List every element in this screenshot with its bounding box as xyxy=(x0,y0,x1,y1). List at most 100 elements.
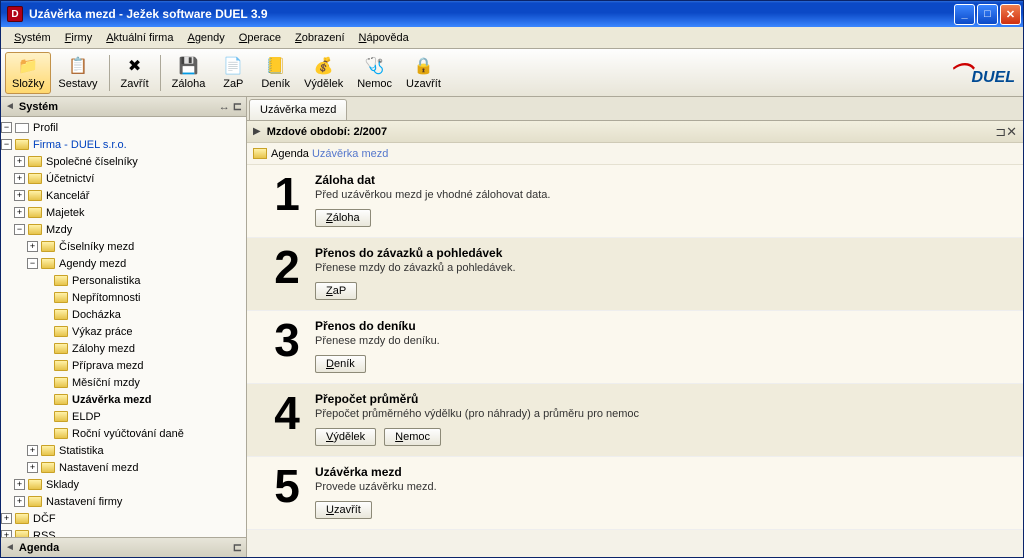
tree-toggle-icon[interactable]: + xyxy=(1,513,12,524)
tb-zavt[interactable]: ✖Zavřít xyxy=(114,52,156,94)
step-button[interactable]: Uzavřít xyxy=(315,501,372,519)
sestavy-icon: 📋 xyxy=(68,56,88,76)
tree-label: Personalistika xyxy=(72,275,140,287)
tree-toggle-icon[interactable]: + xyxy=(27,462,38,473)
tree-toggle-icon[interactable]: + xyxy=(14,496,25,507)
menu-systm[interactable]: Systém xyxy=(7,30,58,46)
tree-item[interactable]: − Agendy mezd xyxy=(1,255,244,272)
close-panel-icon[interactable]: ⊐✕ xyxy=(995,124,1017,140)
tree-toggle-icon[interactable]: − xyxy=(14,224,25,235)
pin-icon[interactable]: ↔ ⊏ xyxy=(219,100,242,113)
tree-item[interactable]: ELDP xyxy=(1,408,244,425)
step-button[interactable]: Deník xyxy=(315,355,366,373)
tree-item[interactable]: Nepřítomnosti xyxy=(1,289,244,306)
tb-sloky[interactable]: 📁Složky xyxy=(5,52,51,94)
tree-toggle-icon[interactable]: + xyxy=(27,445,38,456)
tree-toggle-icon[interactable]: + xyxy=(1,530,12,537)
folder-icon xyxy=(27,495,43,509)
toolbar: 📁Složky📋Sestavy ✖Zavřít 💾Záloha📄ZaP📒Dení… xyxy=(1,49,1023,97)
tree-label: Agendy mezd xyxy=(59,258,126,270)
tb-zap[interactable]: 📄ZaP xyxy=(212,52,254,94)
tree-item[interactable]: +Majetek xyxy=(1,204,244,221)
tree-item[interactable]: +Sklady xyxy=(1,476,244,493)
agenda-label: Agenda xyxy=(271,148,309,160)
maximize-button[interactable]: □ xyxy=(977,4,998,25)
close-button[interactable]: ✕ xyxy=(1000,4,1021,25)
menu-firmy[interactable]: Firmy xyxy=(58,30,100,46)
tree-item[interactable]: Příprava mezd xyxy=(1,357,244,374)
tree-item[interactable]: Uzávěrka mezd xyxy=(1,391,244,408)
tb-sestavy[interactable]: 📋Sestavy xyxy=(51,52,104,94)
pin-icon[interactable]: ⊏ xyxy=(233,541,242,554)
menu-npovda[interactable]: Nápověda xyxy=(352,30,416,46)
step-title: Záloha dat xyxy=(315,173,1011,187)
tree-item[interactable]: + Účetnictví xyxy=(1,170,244,187)
tree-item[interactable]: Docházka xyxy=(1,306,244,323)
tree-label: Uzávěrka mezd xyxy=(72,394,152,406)
folder-icon xyxy=(253,148,267,159)
deník-icon: 📒 xyxy=(266,56,286,76)
side-panel-footer-title: Agenda xyxy=(19,542,59,554)
tb-nemoc[interactable]: 🩺Nemoc xyxy=(350,52,399,94)
folder-icon xyxy=(27,206,43,220)
tree-item[interactable]: Zálohy mezd xyxy=(1,340,244,357)
minimize-button[interactable]: _ xyxy=(954,4,975,25)
menu-operace[interactable]: Operace xyxy=(232,30,288,46)
menu-zobrazen[interactable]: Zobrazení xyxy=(288,30,352,46)
tree-toggle-icon[interactable]: − xyxy=(1,139,12,150)
tree-toggle-icon[interactable]: − xyxy=(1,122,12,133)
folder-icon xyxy=(27,172,43,186)
tree-item[interactable]: Roční vyúčtování daně xyxy=(1,425,244,442)
tree-item[interactable]: +Nastavení mezd xyxy=(1,459,244,476)
folder-icon xyxy=(53,274,69,288)
step-button[interactable]: ZaP xyxy=(315,282,357,300)
tree-toggle-icon[interactable]: + xyxy=(14,173,25,184)
folder-icon xyxy=(27,223,43,237)
window-title: Uzávěrka mezd - Ježek software DUEL 3.9 xyxy=(27,7,954,21)
tree-item[interactable]: Výkaz práce xyxy=(1,323,244,340)
step-button[interactable]: Výdělek xyxy=(315,428,376,446)
menu-aktulnfirma[interactable]: Aktuální firma xyxy=(99,30,180,46)
tree-toggle-icon[interactable]: + xyxy=(14,479,25,490)
tree-toggle-icon[interactable]: + xyxy=(14,190,25,201)
tree-toggle-icon[interactable]: − xyxy=(27,258,38,269)
side-panel: ◄ Systém ↔ ⊏ −Profil−Firma - DUEL s.r.o.… xyxy=(1,97,247,557)
step-button[interactable]: Záloha xyxy=(315,209,371,227)
tree-toggle-icon[interactable]: + xyxy=(27,241,38,252)
tree-item[interactable]: +Statistika xyxy=(1,442,244,459)
tree-item[interactable]: +Nastavení firmy xyxy=(1,493,244,510)
agenda-bar: Agenda Uzávěrka mezd xyxy=(247,143,1023,165)
tree-label: Měsíční mzdy xyxy=(72,377,140,389)
tree-item[interactable]: −Mzdy xyxy=(1,221,244,238)
agenda-link[interactable]: Uzávěrka mezd xyxy=(312,148,388,160)
folder-icon xyxy=(53,410,69,424)
period-bar: ▶ Mzdové období: 2/2007 ⊐✕ xyxy=(247,121,1023,143)
tb-denk[interactable]: 📒Deník xyxy=(254,52,297,94)
tab-uzaverka[interactable]: Uzávěrka mezd xyxy=(249,99,347,120)
tree-label: Účetnictví xyxy=(46,173,94,185)
step-button[interactable]: Nemoc xyxy=(384,428,441,446)
složky-icon: 📁 xyxy=(18,56,38,76)
nav-tree: −Profil−Firma - DUEL s.r.o.+Společné čís… xyxy=(1,117,246,537)
tree-item[interactable]: +Číselníky mezd xyxy=(1,238,244,255)
tree-toggle-icon[interactable]: + xyxy=(14,207,25,218)
tree-item[interactable]: −Firma - DUEL s.r.o. xyxy=(1,136,244,153)
tree-item[interactable]: −Profil xyxy=(1,119,244,136)
tree-toggle-icon[interactable]: + xyxy=(14,156,25,167)
tree-item[interactable]: +Kancelář xyxy=(1,187,244,204)
tree-item[interactable]: +RSS xyxy=(1,527,244,537)
tree-item[interactable]: +Společné číselníky xyxy=(1,153,244,170)
page-icon xyxy=(14,121,30,135)
menu-agendy[interactable]: Agendy xyxy=(180,30,231,46)
side-panel-header[interactable]: ◄ Systém ↔ ⊏ xyxy=(1,97,246,117)
tb-zloha[interactable]: 💾Záloha xyxy=(165,52,213,94)
step-title: Přenos do deníku xyxy=(315,319,1011,333)
folder-icon xyxy=(53,359,69,373)
tree-item[interactable]: Měsíční mzdy xyxy=(1,374,244,391)
tree-item[interactable]: Personalistika xyxy=(1,272,244,289)
side-panel-footer[interactable]: ◄ Agenda ⊏ xyxy=(1,537,246,557)
tb-uzavt[interactable]: 🔒Uzavřít xyxy=(399,52,448,94)
folder-icon xyxy=(14,512,30,526)
tb-vdlek[interactable]: 💰Výdělek xyxy=(297,52,350,94)
tree-item[interactable]: +DČF xyxy=(1,510,244,527)
